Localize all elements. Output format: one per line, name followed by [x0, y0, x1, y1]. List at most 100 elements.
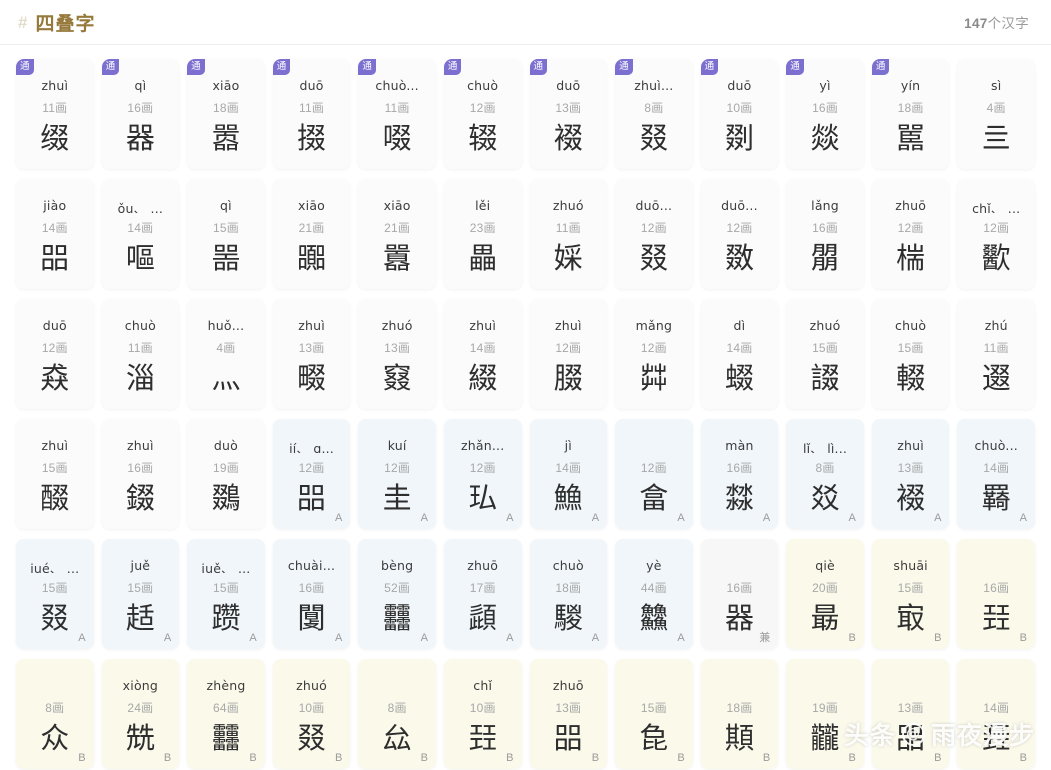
- character-card[interactable]: zhuō 17画頿 A: [443, 539, 522, 649]
- card-stroke-count: 16画: [726, 461, 753, 475]
- character-card[interactable]: jì 14画䲆 A: [529, 419, 608, 529]
- card-stroke-count: 12画: [640, 221, 667, 235]
- character-card[interactable]: jí、 q... 12画㗊 A: [272, 419, 351, 529]
- card-character: 㺨: [468, 481, 498, 515]
- character-card[interactable]: ǒu、 ... 14画嘔: [101, 179, 180, 289]
- character-card[interactable]: jiào 14画㗊: [16, 179, 94, 289]
- card-character: 㠭: [468, 721, 498, 755]
- character-card[interactable]: 通 xiāo 18画嚣: [187, 59, 265, 169]
- character-card[interactable]: zhuì 12画腏: [529, 299, 608, 409]
- card-pinyin: zhuì...: [634, 78, 674, 93]
- character-card[interactable]: qiè 20画朂 B: [786, 539, 864, 649]
- character-card[interactable]: zhuì 16画錣: [101, 419, 180, 529]
- character-card[interactable]: 通 duō 10画剟: [700, 59, 779, 169]
- card-stroke-count: 18画: [897, 101, 924, 115]
- character-card[interactable]: 16画㠭 B: [957, 539, 1035, 649]
- card-corner-mark: A: [677, 512, 685, 524]
- character-card[interactable]: zhuó 15画諁: [786, 299, 864, 409]
- character-card[interactable]: lǎng 16画朤: [786, 179, 864, 289]
- character-card[interactable]: zhuì 13画裰 A: [871, 419, 950, 529]
- character-card[interactable]: zhuō 13画㗊 B: [529, 659, 608, 769]
- card-corner-mark: A: [848, 512, 856, 524]
- character-card[interactable]: 16画器兼: [700, 539, 779, 649]
- character-card[interactable]: duō... 12画敪: [700, 179, 779, 289]
- character-card[interactable]: xiāo 21画囂: [358, 179, 436, 289]
- card-pinyin: jí、 q...: [289, 441, 334, 453]
- character-card[interactable]: zhǎn... 12画㺨 A: [443, 419, 522, 529]
- character-card[interactable]: 通 chuò 12画辍: [443, 59, 522, 169]
- card-stroke-count: 18画: [726, 701, 753, 715]
- character-card[interactable]: 通 yín 18画嚚: [871, 59, 950, 169]
- character-card[interactable]: 14画㠭 B: [957, 659, 1035, 769]
- character-card[interactable]: 通 yì 16画燚: [786, 59, 864, 169]
- character-card[interactable]: kuí 12画圭 A: [358, 419, 436, 529]
- character-card[interactable]: zhuó 11画婇: [529, 179, 608, 289]
- character-card[interactable]: zhuó 10画叕 B: [272, 659, 351, 769]
- character-card[interactable]: dì 14画蝃: [700, 299, 779, 409]
- character-card[interactable]: bèng 52画䨻 A: [358, 539, 436, 649]
- character-card[interactable]: jué、 ... 15画叕 A: [16, 539, 94, 649]
- character-card[interactable]: 8画众 B: [16, 659, 94, 769]
- card-pinyin: duō: [299, 78, 324, 93]
- card-stroke-count: 17画: [469, 581, 496, 595]
- character-card[interactable]: xiāo 21画嚻: [272, 179, 351, 289]
- character-card[interactable]: zhuì 15画醊: [16, 419, 94, 529]
- card-pinyin: zhuì: [469, 318, 497, 333]
- character-card[interactable]: zhú 11画逫: [957, 299, 1035, 409]
- card-character: 頿: [468, 601, 498, 635]
- character-card[interactable]: chuò 11画淄: [101, 299, 180, 409]
- character-card[interactable]: duō 12画猋: [16, 299, 94, 409]
- character-card[interactable]: 13画㗊 B: [871, 659, 950, 769]
- character-card[interactable]: 通 chuò... 11画啜: [358, 59, 436, 169]
- character-card[interactable]: chuò 15画輟: [871, 299, 950, 409]
- character-card[interactable]: chuò 18画騣 A: [529, 539, 608, 649]
- character-card[interactable]: 通 duō 11画掇: [272, 59, 351, 169]
- character-card[interactable]: zhuō 12画椯: [871, 179, 950, 289]
- card-pinyin: [957, 678, 1035, 693]
- character-card[interactable]: chuò... 14画羇 A: [957, 419, 1035, 529]
- character-card[interactable]: lǐ、 lì... 8画㸚 A: [786, 419, 864, 529]
- character-card[interactable]: 12画畣 A: [615, 419, 693, 529]
- card-character: 器: [724, 601, 754, 635]
- character-card[interactable]: xiòng 24画兟 B: [101, 659, 180, 769]
- character-card[interactable]: 通 duō 13画裰: [529, 59, 608, 169]
- card-character: 裰: [553, 121, 583, 155]
- character-card[interactable]: juě、 ... 15画躜 A: [187, 539, 265, 649]
- card-stroke-count: 8画: [815, 461, 835, 475]
- character-card[interactable]: chuài... 16画闅 A: [272, 539, 351, 649]
- character-card[interactable]: huǒ... 4画灬: [187, 299, 265, 409]
- character-card[interactable]: màn 16画㵘 A: [700, 419, 779, 529]
- character-card[interactable]: 通 zhuì... 8画叕: [615, 59, 693, 169]
- character-card[interactable]: sì 4画亖: [957, 59, 1035, 169]
- card-stroke-count: 16画: [812, 101, 839, 115]
- character-card[interactable]: zhuó 13画窡: [358, 299, 436, 409]
- character-card[interactable]: yè 44画䲜 A: [615, 539, 693, 649]
- card-character: 䲜: [639, 601, 669, 635]
- character-card[interactable]: zhuì 13画畷: [272, 299, 351, 409]
- common-use-badge: 通: [358, 59, 376, 75]
- card-pinyin: [701, 678, 779, 693]
- character-card[interactable]: qì 15画噐: [187, 179, 265, 289]
- card-stroke-count: 16画: [298, 581, 325, 595]
- character-card[interactable]: shuāi 15画㝡 B: [871, 539, 950, 649]
- character-card[interactable]: duò 19画鵽: [187, 419, 265, 529]
- character-card[interactable]: 19画龖 B: [786, 659, 864, 769]
- card-corner-mark: A: [591, 632, 600, 644]
- character-card[interactable]: 通 zhuì 11画缀: [16, 59, 94, 169]
- character-card[interactable]: chǐ、 ... 12画歠: [957, 179, 1035, 289]
- character-card[interactable]: duō... 12画叕: [615, 179, 693, 289]
- card-pinyin: zhuō: [895, 198, 927, 213]
- character-card[interactable]: lěi 23画畾: [443, 179, 522, 289]
- character-card[interactable]: 15画㲋 B: [615, 659, 693, 769]
- character-card[interactable]: zhèng 64画䨻 B: [187, 659, 265, 769]
- character-card[interactable]: mǎng 12画茻: [615, 299, 693, 409]
- character-card[interactable]: 8画厽 B: [358, 659, 436, 769]
- card-corner-mark: 兼: [759, 632, 771, 644]
- character-card[interactable]: juě 15画趏 A: [101, 539, 180, 649]
- card-pinyin: lěi: [475, 198, 491, 213]
- character-card[interactable]: 18画䫏 B: [700, 659, 779, 769]
- character-card[interactable]: zhuì 14画綴: [443, 299, 522, 409]
- character-card[interactable]: 通 qì 16画器: [101, 59, 180, 169]
- card-character: 叕: [639, 121, 669, 155]
- character-card[interactable]: chǐ 10画㠭 B: [443, 659, 522, 769]
